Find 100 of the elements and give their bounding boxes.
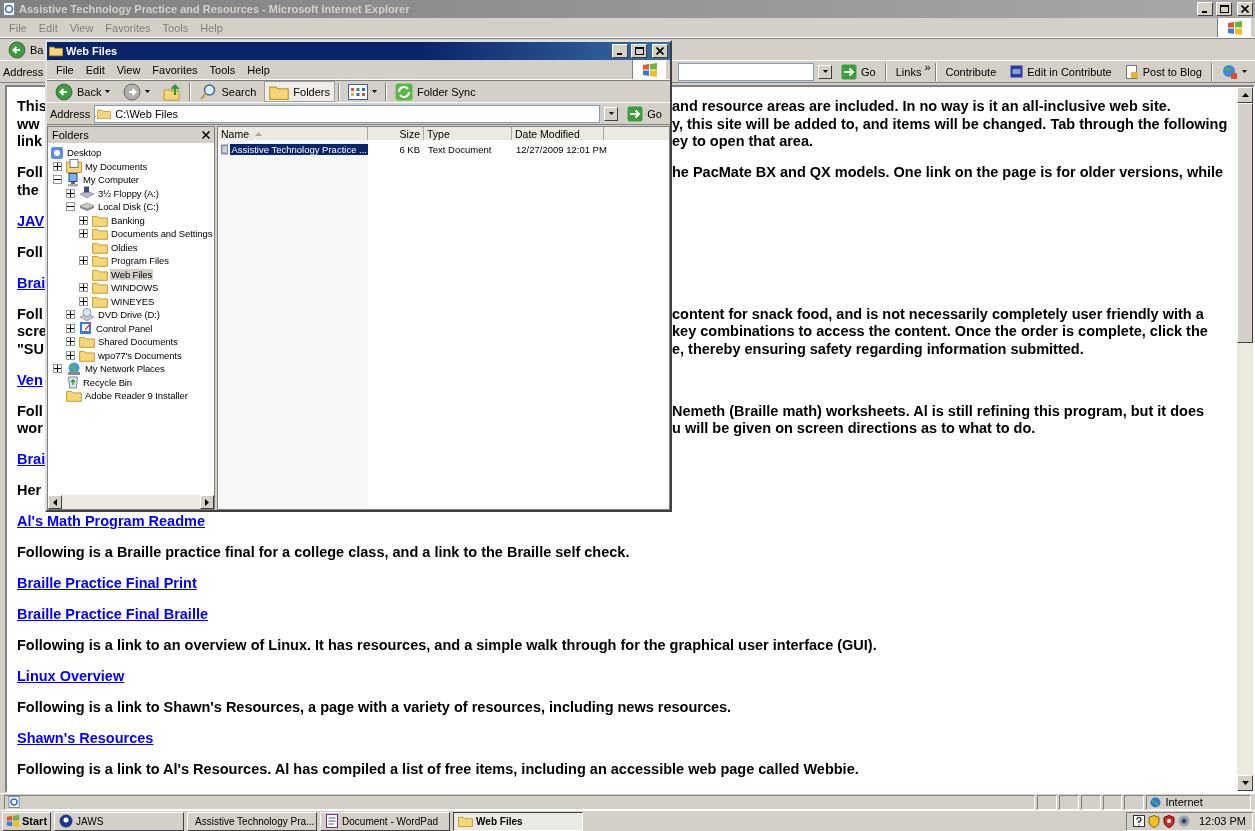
close-icon[interactable] [202,131,210,139]
close-button[interactable] [1237,2,1253,16]
tree-item[interactable]: Local Disk (C:) [97,201,160,213]
tree-item[interactable]: WINEYES [110,295,156,307]
back-button[interactable]: Ba [3,39,49,60]
taskbar-button[interactable]: JAWS [54,811,185,831]
folder-icon [92,267,108,281]
address-field[interactable]: C:\Web Files [94,104,601,123]
dropdown-button[interactable] [818,64,832,79]
folder-icon [49,45,63,57]
go-button[interactable]: Go [622,103,667,124]
go-button[interactable]: Go [836,61,881,82]
column-header[interactable]: Name [218,127,368,140]
menu-item[interactable]: Tools [204,62,241,77]
windows-logo-icon [6,814,20,828]
column-header[interactable]: Date Modified [512,127,604,140]
folder-sync-button[interactable]: Folder Sync [390,81,481,102]
expand-toggle[interactable] [66,188,75,198]
minimize-button[interactable] [1197,2,1213,16]
maximize-button[interactable] [631,44,647,58]
window-title: Assistive Technology Practice and Resources - Microsoft Internet Explorer [19,3,411,15]
folder-icon [79,335,95,349]
tree-item[interactable]: Control Panel [95,322,154,334]
expand-toggle[interactable] [79,256,88,266]
expand-toggle[interactable] [79,215,88,225]
tree-item[interactable]: Desktop [66,147,103,159]
expand-toggle[interactable] [66,310,75,320]
chevron-button[interactable]: » [924,61,931,73]
expand-toggle[interactable] [66,323,75,333]
tree-item[interactable]: Oldies [110,241,139,253]
search-button[interactable]: Search [194,81,262,102]
tree-item[interactable]: Shared Documents [97,336,179,348]
horizontal-scrollbar[interactable] [48,495,214,509]
address-label: Address [3,65,44,78]
menu-item[interactable]: Edit [80,62,110,77]
taskbar-button[interactable]: Assistive Technology Pra... [187,811,318,831]
vertical-scrollbar[interactable] [1237,87,1253,791]
start-button[interactable]: Start [2,811,52,831]
tree-item[interactable]: wpo77's Documents [97,349,183,361]
tree-item[interactable]: Documents and Settings [110,228,214,240]
link[interactable]: Braille Practice Final Braille [17,606,208,622]
tree-item[interactable]: WINDOWS [110,282,160,294]
expand-toggle[interactable] [79,283,88,293]
taskbar-button[interactable]: Document - WordPad [320,811,451,831]
tree-item[interactable]: Web Files [110,268,154,280]
tree-item[interactable]: My Computer [82,174,140,186]
link[interactable]: Braille Practice Final Print [17,575,197,591]
menu-item[interactable]: File [51,62,79,77]
folder-icon [92,240,108,254]
link[interactable]: Brai [17,274,46,291]
menu-item[interactable]: Help [242,62,275,77]
expand-toggle[interactable] [53,364,62,374]
tree-item[interactable]: DVD Drive (D:) [97,309,161,321]
paragraph-text: link [17,133,42,149]
caret-icon [372,90,377,93]
link[interactable]: Linux Overview [17,668,125,684]
collapse-toggle[interactable] [53,175,62,185]
paragraph-text: content for snack food, and is not necessarily completely user friendly with a [672,305,1204,322]
expand-toggle[interactable] [66,350,75,360]
expand-toggle[interactable] [66,337,75,347]
link[interactable]: Shawn's Resources [17,730,154,746]
collapse-toggle[interactable] [66,202,75,212]
globe-icon [1222,63,1238,80]
tree-item[interactable]: Banking [110,214,146,226]
status-pane [1058,794,1079,810]
expand-toggle[interactable] [53,161,62,171]
column-header[interactable]: Type [424,127,512,140]
tree-item[interactable]: 3½ Floppy (A:) [97,187,160,199]
column-header[interactable]: Size [368,127,424,140]
link[interactable]: JAV [17,212,45,229]
tree-item[interactable]: Recycle Bin [82,376,134,388]
plus-icon [80,216,87,224]
link[interactable]: Ven [17,371,43,388]
dropdown-button[interactable] [604,106,619,121]
minimize-button[interactable] [612,44,628,58]
close-button[interactable] [652,44,668,58]
tree-item[interactable]: Program Files [110,255,170,267]
toolbar-button[interactable]: Contribute [940,61,1002,82]
windows-logo-icon [641,61,658,78]
control-panel-icon [79,321,93,336]
taskbar-button[interactable]: Web Files [453,811,584,831]
table-cell-text: 6 KB [398,144,421,155]
expand-toggle[interactable] [79,296,88,306]
back-button[interactable]: Back [50,81,116,102]
tree-item[interactable]: My Network Places [84,363,166,375]
link[interactable]: Al's Math Program Readme [17,513,205,529]
restore-button[interactable] [1216,2,1232,16]
toolbar-button[interactable]: Post to Blog [1120,61,1207,82]
menu-item[interactable]: View [111,62,146,77]
address-field[interactable] [678,62,814,81]
link[interactable]: Brai [17,451,46,467]
file-name[interactable]: Assistive Technology Practice ... [230,144,368,155]
status-pane [1080,794,1101,810]
tree-item[interactable]: Adobe Reader 9 Installer [84,390,189,402]
toolbar-button[interactable]: Edit in Contribute [1005,61,1117,82]
menu-item[interactable]: Favorites [147,62,203,77]
expand-toggle[interactable] [79,229,88,239]
tree-item[interactable]: My Documents [84,160,149,172]
folders-button[interactable]: Folders [264,81,335,102]
windows-logo-icon [1226,19,1243,36]
